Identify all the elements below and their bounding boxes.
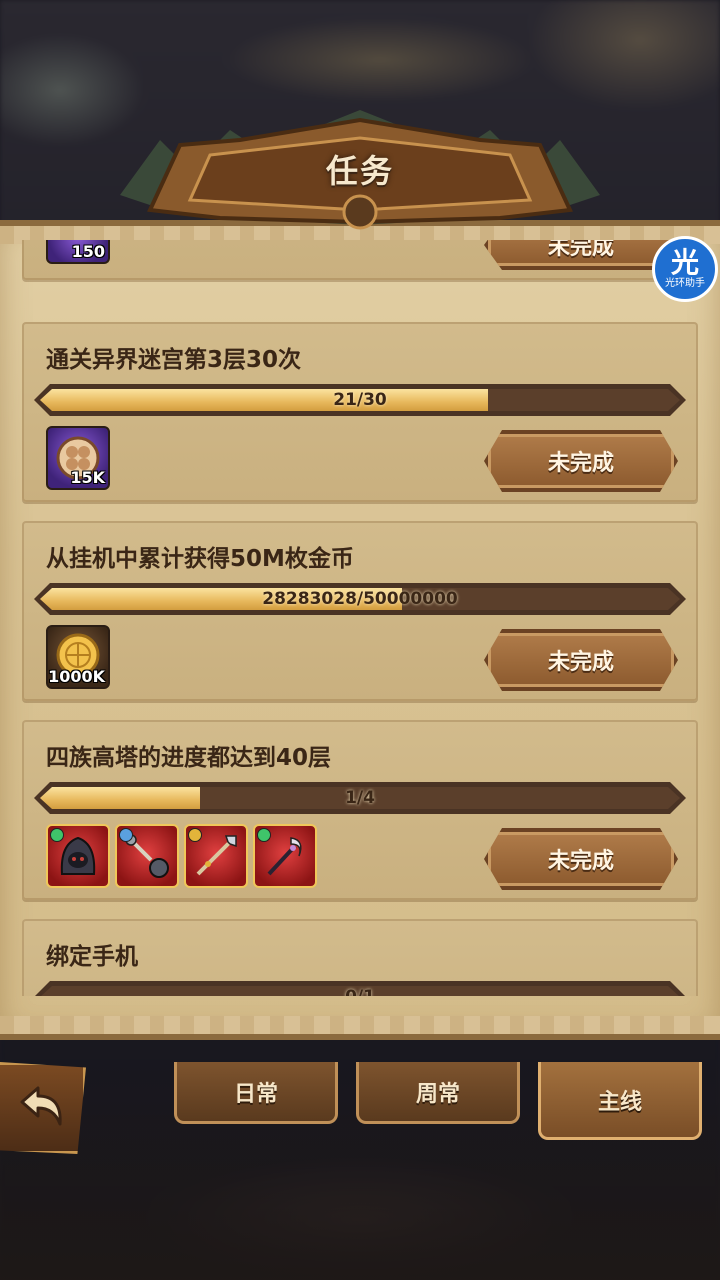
- quest-card: 绑定手机 0/1: [22, 919, 698, 996]
- progress-text: 0/1: [40, 986, 680, 996]
- quest-title: 四族高塔的进度都达到40层: [46, 745, 332, 771]
- reward-qty: 1000K: [48, 667, 105, 686]
- rarity-gem-icon: [188, 828, 202, 842]
- progress-text: 21/30: [333, 390, 387, 410]
- button-label: 未完成: [547, 451, 614, 476]
- gold-coin-icon[interactable]: 1000K: [46, 625, 110, 689]
- hooded-helmet-icon[interactable]: [46, 824, 110, 888]
- helper-logo-text: 光: [670, 246, 699, 279]
- quest-card: 四族高塔的进度都达到40层 1/4 未完成: [22, 720, 698, 900]
- helper-label: 光环助手: [665, 278, 705, 289]
- title-banner: 任务: [120, 100, 600, 230]
- tab-label: 主线: [597, 1089, 642, 1115]
- progress-text: 1/4: [345, 788, 375, 808]
- quest-status-button[interactable]: 未完成: [484, 430, 678, 492]
- page-title: 任务: [325, 152, 394, 190]
- quest-title: 绑定手机: [46, 944, 138, 970]
- progress-text: 28283028/50000000: [262, 589, 458, 609]
- reward-qty: 15K: [70, 468, 105, 487]
- flail-icon[interactable]: [115, 824, 179, 888]
- reward-qty: 150: [71, 242, 105, 261]
- tab-label: 日常: [233, 1081, 278, 1107]
- quest-title: 从挂机中累计获得50M枚金币: [46, 546, 354, 572]
- quest-status-button[interactable]: 未完成: [484, 240, 678, 270]
- staff-icon[interactable]: [253, 824, 317, 888]
- progress-bar: 28283028/50000000: [34, 583, 686, 615]
- quest-card: 通关异界迷宫第3层30次 21/30 15K 未完成: [22, 322, 698, 502]
- halo-helper-badge[interactable]: 光 光环助手: [652, 236, 718, 302]
- button-label: 未完成: [547, 849, 614, 874]
- diamond-reward-icon[interactable]: 150: [46, 240, 110, 264]
- quest-status-button[interactable]: 未完成: [484, 629, 678, 691]
- back-arrow-icon: [20, 1086, 62, 1126]
- rarity-gem-icon: [119, 828, 133, 842]
- clover-coin-icon[interactable]: 15K: [46, 426, 110, 490]
- rarity-gem-icon: [50, 828, 64, 842]
- quest-list[interactable]: 150 未完成 通关异界迷宫第3层30次 21/30 15K 未完成 从挂机中累…: [22, 240, 698, 996]
- quest-card-partial: 150 未完成: [22, 240, 698, 280]
- progress-bar: 21/30: [34, 384, 686, 416]
- quest-card: 从挂机中累计获得50M枚金币 28283028/50000000 1000K 未…: [22, 521, 698, 701]
- progress-bar: 1/4: [34, 782, 686, 814]
- quest-title: 通关异界迷宫第3层30次: [46, 347, 302, 373]
- quest-status-button[interactable]: 未完成: [484, 828, 678, 890]
- button-label: 未完成: [547, 650, 614, 675]
- spear-icon[interactable]: [184, 824, 248, 888]
- tab-label: 周常: [415, 1081, 460, 1107]
- tab-weekly[interactable]: 周常: [356, 1062, 520, 1124]
- back-button[interactable]: [0, 1062, 86, 1154]
- progress-bar: 0/1: [34, 981, 686, 996]
- button-label: 未完成: [547, 240, 614, 260]
- rarity-gem-icon: [257, 828, 271, 842]
- tab-daily[interactable]: 日常: [174, 1062, 338, 1124]
- tab-main-story[interactable]: 主线: [538, 1062, 702, 1140]
